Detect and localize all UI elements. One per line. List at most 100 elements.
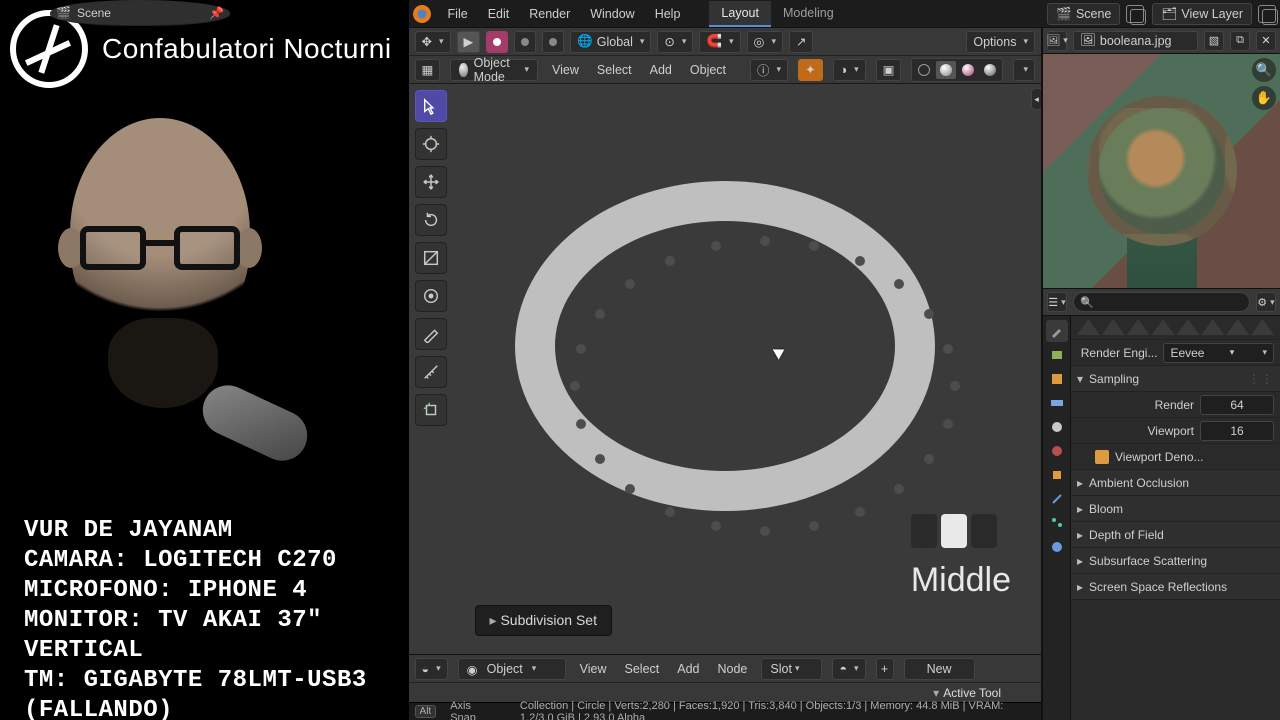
render-engine-label: Render Engi... (1077, 346, 1157, 360)
tool-add-cube[interactable] (415, 394, 447, 426)
prop-tab-viewlayer[interactable] (1046, 392, 1068, 414)
menu-render[interactable]: Render (520, 3, 579, 25)
panel-bloom[interactable]: Bloom (1071, 496, 1280, 522)
image-duplicate-icon[interactable]: ⧉ (1230, 31, 1250, 51)
render-engine-selector[interactable]: Eevee▾ (1163, 343, 1274, 363)
select-mode-2[interactable] (514, 31, 536, 53)
scene-selector[interactable]: 🎬 Scene (1047, 3, 1120, 25)
menu-window[interactable]: Window (581, 3, 643, 25)
prop-tab-object[interactable] (1046, 464, 1068, 486)
scene-icon: 🎬 (1056, 7, 1070, 21)
tool-scale[interactable] (415, 242, 447, 274)
menu-add[interactable]: Add (646, 61, 676, 79)
shading-options[interactable] (1013, 59, 1035, 81)
shading-rendered[interactable] (980, 61, 1000, 79)
eye-icon: ⓘ (757, 60, 770, 79)
tool-measure[interactable] (415, 356, 447, 388)
select-mode-1[interactable] (486, 31, 508, 53)
shading-wireframe[interactable] (914, 61, 934, 79)
image-editor-type-icon[interactable]: 🖼 (1047, 31, 1067, 51)
prop-tab-scene[interactable] (1046, 416, 1068, 438)
gizmo-arrow-icon[interactable]: ↗ (789, 31, 813, 53)
tool-rotate[interactable] (415, 204, 447, 236)
checkbox-icon[interactable] (1095, 450, 1109, 464)
tool-select-box[interactable] (415, 90, 447, 122)
prop-tab-tool[interactable] (1046, 320, 1068, 342)
material-new-button[interactable]: New (904, 658, 975, 680)
magnet-icon: 🧲 (706, 34, 722, 49)
material-browse-icon[interactable]: ◓ (832, 658, 865, 680)
image-close-button[interactable]: ✕ (1256, 31, 1276, 51)
image-editor-header: 🖼 🖼 booleana.jpg ▧ ⧉ ✕ (1043, 28, 1280, 54)
tool-cursor-button[interactable]: ▶ (457, 31, 481, 53)
tool-transform[interactable] (415, 280, 447, 312)
mode-selector[interactable]: Object Mode (450, 59, 538, 81)
xray-toggle[interactable]: ▣ (876, 59, 902, 81)
prop-preview-shapes (1071, 316, 1280, 340)
image-pan-icon[interactable]: ✋ (1252, 86, 1276, 110)
prop-tab-modifiers[interactable] (1046, 488, 1068, 510)
3d-viewport[interactable]: ◂ Middle Subdivision Set (409, 84, 1041, 654)
panel-depth-of-field[interactable]: Depth of Field (1071, 522, 1280, 548)
menu-view[interactable]: View (548, 61, 583, 79)
menu-help[interactable]: Help (646, 3, 690, 25)
shading-solid[interactable] (936, 61, 956, 79)
viewlayer-selector[interactable]: 🗂 View Layer (1152, 3, 1252, 25)
image-browse-icon[interactable]: ▧ (1204, 31, 1224, 51)
panel-screen-space-reflections[interactable]: Screen Space Reflections (1071, 574, 1280, 600)
viewport-samples-field[interactable]: 16 (1200, 421, 1274, 441)
last-operator-panel[interactable]: Subdivision Set (475, 605, 612, 636)
material-slot-selector[interactable]: Slot (761, 658, 822, 680)
tool-annotate[interactable] (415, 318, 447, 350)
gizmo-toggle[interactable]: ✦ (798, 59, 822, 81)
menubar: File Edit Render Window Help Layout Mode… (409, 0, 1280, 28)
menu-object[interactable]: Object (686, 61, 730, 79)
prop-tab-physics[interactable] (1046, 536, 1068, 558)
outliner-type-icon[interactable]: ☰ (1047, 292, 1067, 312)
visibility-dropdown[interactable]: ⓘ (750, 59, 788, 81)
shader-menu-select[interactable]: Select (621, 660, 664, 678)
shading-material[interactable] (958, 61, 978, 79)
panel-sampling[interactable]: Sampling⋮⋮ (1071, 366, 1280, 392)
reference-image-view[interactable]: 🔍 ✋ (1043, 54, 1280, 288)
shader-menu-node[interactable]: Node (714, 660, 752, 678)
prop-tab-render[interactable] (1046, 344, 1068, 366)
prop-viewport-denoise-row[interactable]: Viewport Deno... (1071, 444, 1280, 470)
shader-menu-add[interactable]: Add (673, 660, 703, 678)
pivot-selector[interactable]: ⊙ (657, 31, 693, 53)
workspace-tab-modeling[interactable]: Modeling (771, 1, 846, 27)
menu-file[interactable]: File (439, 3, 477, 25)
tool-move[interactable] (415, 166, 447, 198)
panel-subsurface-scattering[interactable]: Subsurface Scattering (1071, 548, 1280, 574)
scene-browse-icon[interactable] (1126, 5, 1144, 23)
shader-object-selector[interactable]: ◉ Object (458, 658, 566, 680)
image-icon: 🖼 (1080, 33, 1096, 48)
prop-tab-output[interactable] (1046, 368, 1068, 390)
image-zoom-icon[interactable]: 🔍 (1252, 58, 1276, 82)
shader-editor-type-icon[interactable]: ◒ (415, 658, 448, 680)
image-filename-field[interactable]: 🖼 booleana.jpg (1073, 31, 1198, 51)
outliner-filter-icon[interactable]: ⚙ (1256, 292, 1276, 312)
panel-ambient-occlusion[interactable]: Ambient Occlusion (1071, 470, 1280, 496)
proportional-toggle[interactable]: ◎ (747, 31, 783, 53)
viewlayer-browse-icon[interactable] (1258, 5, 1276, 23)
editor-type-3dview-icon[interactable]: ▦ (415, 59, 441, 81)
material-add-button[interactable]: + (876, 658, 894, 680)
sidebar-toggle[interactable]: ◂ (1031, 88, 1041, 110)
prop-tab-particles[interactable] (1046, 512, 1068, 534)
shader-menu-view[interactable]: View (576, 660, 611, 678)
overlays-dropdown[interactable]: ◑ (833, 59, 866, 81)
options-dropdown[interactable]: Options (966, 31, 1035, 53)
select-mode-3[interactable] (542, 31, 564, 53)
prop-tab-world[interactable] (1046, 440, 1068, 462)
tool-cursor[interactable] (415, 128, 447, 160)
object-circle-flange[interactable] (515, 181, 935, 511)
orientation-selector[interactable]: 🌐 Global (570, 31, 651, 53)
menu-edit[interactable]: Edit (479, 3, 519, 25)
editor-type-button[interactable]: ✥ (415, 31, 451, 53)
outliner-search-input[interactable] (1073, 292, 1250, 312)
snap-toggle[interactable]: 🧲 (699, 31, 740, 53)
menu-select[interactable]: Select (593, 61, 636, 79)
render-samples-field[interactable]: 64 (1200, 395, 1274, 415)
workspace-tab-layout[interactable]: Layout (709, 1, 771, 27)
